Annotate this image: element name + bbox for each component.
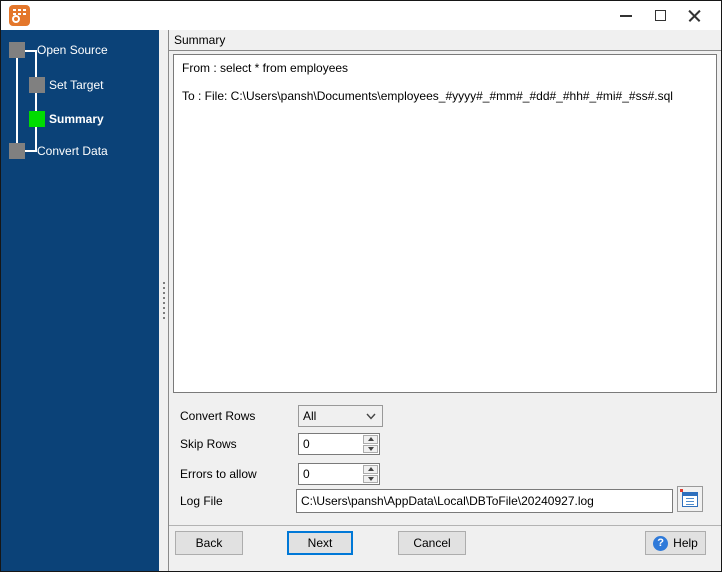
panel-title: Summary — [174, 33, 226, 47]
summary-to-line: To : File: C:\Users\pansh\Documents\empl… — [182, 89, 673, 103]
minimize-icon — [620, 14, 632, 17]
title-bar — [1, 1, 721, 30]
skip-rows-input[interactable] — [299, 434, 362, 454]
skip-rows-decrement-button[interactable] — [363, 444, 378, 453]
errors-spin-buttons — [362, 464, 379, 484]
app-icon-detail — [13, 9, 26, 11]
arrow-up-icon — [367, 467, 374, 472]
minimize-button[interactable] — [609, 3, 643, 29]
convert-rows-selected-value: All — [303, 409, 317, 423]
log-document-icon — [682, 491, 698, 507]
arrow-up-icon — [367, 437, 374, 442]
window-controls — [609, 3, 711, 29]
sidebar-splitter[interactable] — [159, 30, 169, 571]
step-marker-open-source — [9, 42, 25, 58]
wizard-steps-sidebar: Open Source Set Target Summary Convert D… — [1, 30, 159, 571]
summary-from-line: From : select * from employees — [182, 61, 349, 75]
sidebar-step-set-target[interactable]: Set Target — [49, 78, 103, 92]
question-mark-icon: ? — [653, 535, 669, 551]
next-button[interactable]: Next — [287, 531, 353, 555]
app-body: Open Source Set Target Summary Convert D… — [1, 30, 721, 571]
skip-rows-increment-button[interactable] — [363, 435, 378, 444]
log-file-input[interactable] — [296, 489, 673, 513]
arrow-down-icon — [367, 476, 374, 481]
help-button-label: Help — [673, 536, 698, 550]
chevron-down-icon — [366, 413, 376, 420]
step-connector-line — [25, 150, 37, 152]
main-panel: Summary From : select * from employees T… — [169, 30, 721, 571]
step-connector-line — [35, 50, 37, 152]
errors-to-allow-input[interactable] — [299, 464, 362, 484]
errors-decrement-button[interactable] — [363, 474, 378, 483]
wizard-window: Open Source Set Target Summary Convert D… — [0, 0, 722, 572]
step-marker-summary-current — [29, 111, 45, 127]
errors-increment-button[interactable] — [363, 465, 378, 474]
sidebar-step-convert-data[interactable]: Convert Data — [37, 144, 108, 158]
summary-textbox[interactable]: From : select * from employees To : File… — [173, 54, 717, 393]
skip-rows-spinner — [298, 433, 380, 455]
app-icon — [9, 5, 30, 26]
errors-to-allow-spinner — [298, 463, 380, 485]
arrow-down-icon — [367, 446, 374, 451]
panel-header: Summary — [169, 30, 721, 51]
convert-rows-dropdown[interactable]: All — [298, 405, 383, 427]
step-connector-line — [16, 58, 18, 144]
errors-to-allow-label: Errors to allow — [180, 467, 257, 481]
convert-rows-label: Convert Rows — [180, 409, 256, 423]
step-marker-convert-data — [9, 143, 25, 159]
splitter-grip-icon — [162, 282, 165, 319]
close-button[interactable] — [677, 3, 711, 29]
sidebar-step-open-source[interactable]: Open Source — [37, 43, 108, 57]
app-icon-badge — [12, 15, 20, 23]
cancel-button[interactable]: Cancel — [398, 531, 466, 555]
step-marker-set-target — [29, 77, 45, 93]
summary-blank-line — [182, 76, 708, 89]
button-bar: Back Next Cancel ? Help — [169, 525, 721, 571]
log-file-label: Log File — [180, 494, 223, 508]
close-icon — [688, 9, 701, 22]
back-button[interactable]: Back — [175, 531, 243, 555]
panel-content: From : select * from employees To : File… — [169, 51, 721, 525]
maximize-icon — [654, 10, 666, 21]
skip-rows-label: Skip Rows — [180, 437, 237, 451]
maximize-button[interactable] — [643, 3, 677, 29]
step-connector-line — [25, 50, 37, 52]
sidebar-step-summary[interactable]: Summary — [49, 112, 104, 126]
log-file-browse-button[interactable] — [677, 486, 703, 512]
skip-rows-spin-buttons — [362, 434, 379, 454]
help-button[interactable]: ? Help — [645, 531, 706, 555]
